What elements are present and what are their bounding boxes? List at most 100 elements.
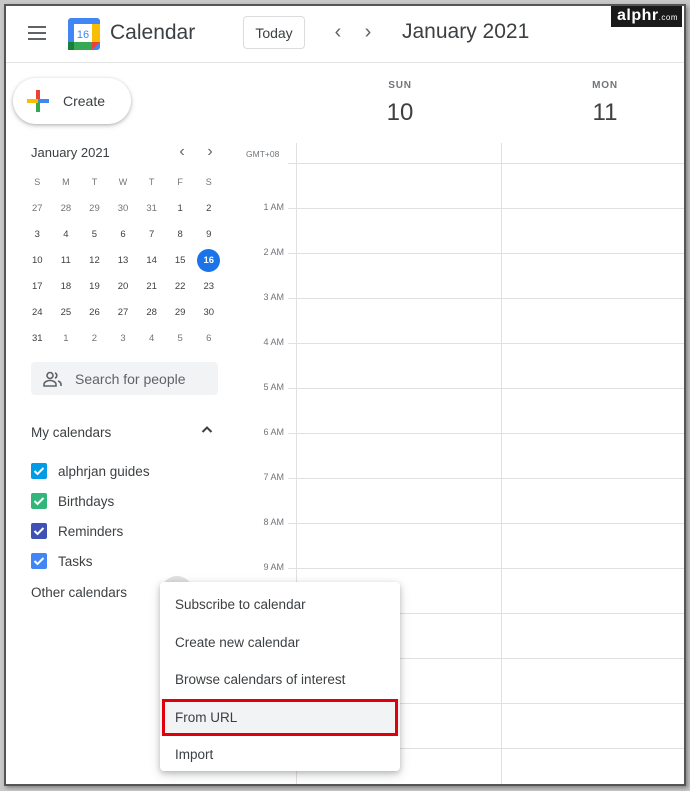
top-bar: 16 Calendar Today ‹ › January 2021 alphr…	[6, 6, 684, 63]
mini-day-label: 25	[60, 306, 72, 318]
mini-calendar-day[interactable]: 31	[23, 326, 52, 350]
calendar-item[interactable]: Birthdays	[31, 491, 114, 511]
menu-item-subscribe-to-calendar[interactable]: Subscribe to calendar	[160, 586, 400, 624]
chevron-left-icon[interactable]: ‹	[174, 143, 190, 161]
menu-item-from-url[interactable]: From URL	[160, 698, 400, 736]
hour-label: 8 AM	[263, 517, 284, 527]
grid-divider	[501, 143, 502, 784]
day-header-sun[interactable]: SUN 10	[360, 80, 440, 127]
hour-gridline	[288, 208, 684, 209]
mini-calendar-day[interactable]: 30	[194, 300, 223, 324]
mini-calendar-day[interactable]: 17	[23, 274, 52, 298]
mini-calendar-day[interactable]: 5	[166, 326, 195, 350]
calendar-item[interactable]: Reminders	[31, 521, 123, 541]
mini-calendar-day[interactable]: 3	[109, 326, 138, 350]
mini-calendar-day[interactable]: 15	[166, 248, 195, 272]
mini-calendar-day[interactable]: 24	[23, 300, 52, 324]
search-people-placeholder: Search for people	[75, 370, 186, 387]
mini-calendar-day[interactable]: 3	[23, 222, 52, 246]
mini-calendar-day[interactable]: 28	[52, 196, 81, 220]
mini-day-label: 7	[148, 228, 155, 240]
day-number[interactable]: 11	[565, 99, 645, 127]
mini-calendar-day[interactable]: 13	[109, 248, 138, 272]
mini-calendar-week: 31 1 2 3 4 5 6	[23, 325, 223, 351]
hour-gridline	[288, 568, 684, 569]
menu-item-import[interactable]: Import	[160, 736, 400, 774]
weekday-label: T	[148, 177, 155, 187]
mini-calendar-day[interactable]: 19	[80, 274, 109, 298]
mini-calendar-day[interactable]: 14	[137, 248, 166, 272]
mini-day-label: 29	[89, 202, 100, 214]
calendar-checkbox[interactable]	[31, 553, 47, 569]
menu-item-create-new-calendar[interactable]: Create new calendar	[160, 624, 400, 662]
mini-day-label: 20	[117, 280, 129, 292]
mini-calendar-day[interactable]: 20	[109, 274, 138, 298]
chevron-right-icon[interactable]: ›	[358, 21, 378, 44]
weekday-label: S	[205, 177, 212, 187]
hour-label: 4 AM	[263, 337, 284, 347]
other-calendars-title: Other calendars	[31, 585, 128, 600]
mini-calendar-day[interactable]: 27	[109, 300, 138, 324]
calendar-checkbox[interactable]	[31, 523, 47, 539]
mini-calendar-day[interactable]: 11	[52, 248, 81, 272]
hour-gridline	[288, 298, 684, 299]
mini-calendar-day[interactable]: 4	[52, 222, 81, 246]
mini-calendar-day[interactable]: 5	[80, 222, 109, 246]
mini-calendar-day[interactable]: 16	[194, 248, 223, 272]
mini-calendar-day[interactable]: 8	[166, 222, 195, 246]
mini-calendar-day[interactable]: 25	[52, 300, 81, 324]
today-button[interactable]: Today	[243, 16, 305, 49]
mini-calendar-day[interactable]: 4	[137, 326, 166, 350]
search-people-input[interactable]: Search for people	[31, 362, 218, 395]
mini-day-label: 26	[89, 306, 100, 318]
chevron-up-icon[interactable]	[201, 425, 213, 435]
chevron-left-icon[interactable]: ‹	[328, 21, 348, 44]
calendar-label: Tasks	[58, 553, 93, 569]
mini-calendar-day[interactable]: 6	[194, 326, 223, 350]
mini-day-label: 4	[63, 228, 69, 240]
calendar-item[interactable]: alphrjan guides	[31, 461, 150, 481]
my-calendars-title[interactable]: My calendars	[31, 425, 111, 440]
mini-day-label: 28	[60, 202, 72, 214]
create-button[interactable]: Create	[13, 78, 131, 124]
mini-day-label: 6	[120, 228, 126, 240]
mini-calendar-day[interactable]: 9	[194, 222, 223, 246]
weekday-label: M	[62, 177, 70, 187]
hour-gridline	[288, 253, 684, 254]
day-number[interactable]: 10	[360, 99, 440, 127]
hour-label: 1 AM	[263, 202, 284, 212]
hour-label: 9 AM	[263, 562, 284, 572]
mini-calendar-day[interactable]: 7	[137, 222, 166, 246]
mini-day-label: 21	[146, 280, 157, 292]
mini-calendar-day[interactable]: 6	[109, 222, 138, 246]
calendar-checkbox[interactable]	[31, 493, 47, 509]
mini-calendar-day[interactable]: 1	[52, 326, 81, 350]
mini-calendar-day[interactable]: 26	[80, 300, 109, 324]
chevron-right-icon[interactable]: ›	[202, 143, 218, 161]
mini-calendar-week: 24 25 26 27 28 29 30	[23, 299, 223, 325]
mini-calendar-day[interactable]: 22	[166, 274, 195, 298]
main-menu-icon[interactable]	[28, 26, 46, 40]
mini-calendar-day[interactable]: 31	[137, 196, 166, 220]
mini-day-label: 13	[117, 254, 129, 266]
mini-calendar-day[interactable]: 27	[23, 196, 52, 220]
mini-day-label: 30	[203, 306, 215, 318]
mini-calendar-day[interactable]: 12	[80, 248, 109, 272]
mini-calendar-day[interactable]: 2	[194, 196, 223, 220]
mini-calendar-day[interactable]: 1	[166, 196, 195, 220]
mini-calendar-day[interactable]: 18	[52, 274, 81, 298]
mini-calendar-day[interactable]: 2	[80, 326, 109, 350]
menu-item-browse-calendars-of-interest[interactable]: Browse calendars of interest	[160, 661, 400, 699]
mini-calendar-day[interactable]: 23	[194, 274, 223, 298]
mini-calendar-day[interactable]: 29	[166, 300, 195, 324]
mini-calendar-week: 17 18 19 20 21 22 23	[23, 273, 223, 299]
mini-calendar-day[interactable]: 28	[137, 300, 166, 324]
day-header-mon[interactable]: MON 11	[565, 80, 645, 127]
calendar-checkbox[interactable]	[31, 463, 47, 479]
mini-calendar-day[interactable]: 29	[80, 196, 109, 220]
mini-calendar-day[interactable]: 21	[137, 274, 166, 298]
calendar-item[interactable]: Tasks	[31, 551, 93, 571]
mini-calendar-day[interactable]: 10	[23, 248, 52, 272]
check-icon	[33, 467, 45, 476]
mini-calendar-day[interactable]: 30	[109, 196, 138, 220]
